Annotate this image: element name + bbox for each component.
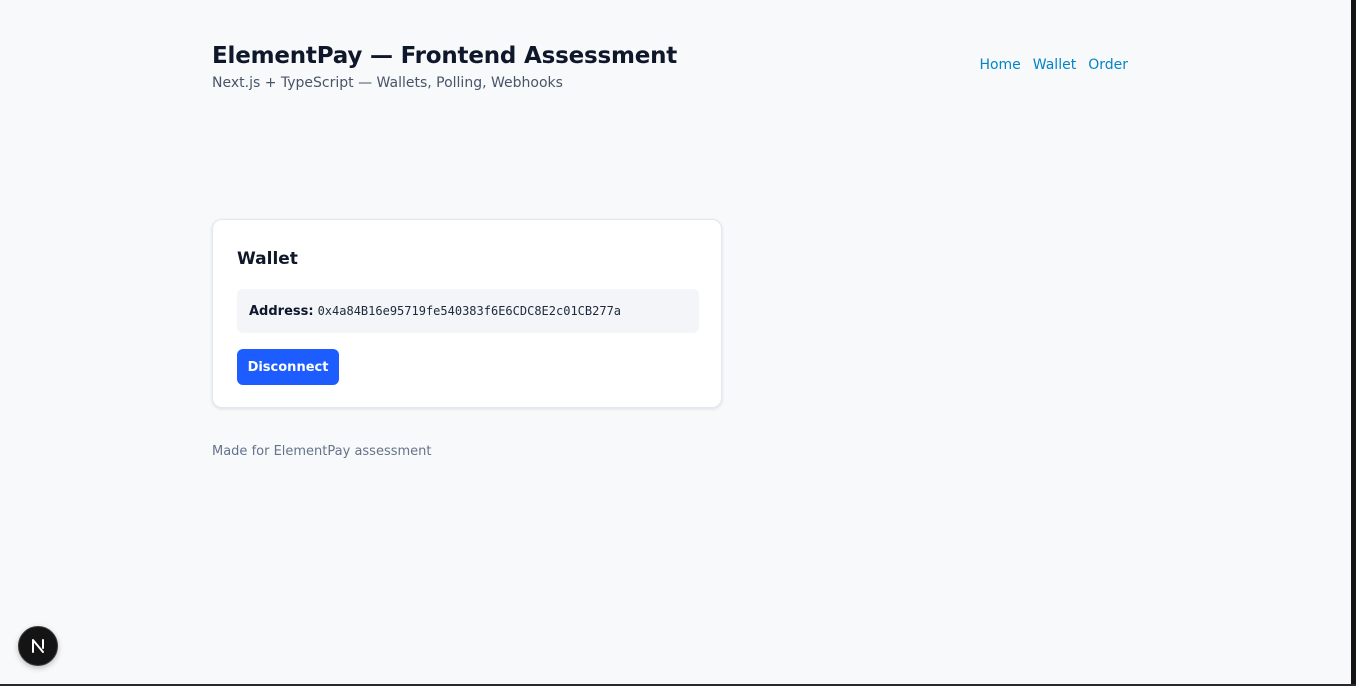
wallet-address-value: 0x4a84B16e95719fe540383f6E6CDC8E2c01CB27…	[317, 304, 622, 318]
nextjs-logo-icon	[32, 639, 44, 653]
disconnect-button[interactable]: Disconnect	[237, 349, 339, 385]
wallet-card-title: Wallet	[237, 249, 298, 269]
wallet-address-box: Address: 0x4a84B16e95719fe540383f6E6CDC8…	[237, 289, 699, 333]
nav-link-home[interactable]: Home	[979, 56, 1020, 74]
site-header: ElementPay — Frontend Assessment Next.js…	[212, 42, 1128, 102]
footer-text: Made for ElementPay assessment	[212, 444, 432, 459]
main-nav: Home Wallet Order	[979, 56, 1128, 74]
nextjs-dev-tools-button[interactable]	[18, 626, 58, 666]
nav-link-order[interactable]: Order	[1088, 56, 1128, 74]
wallet-card: Wallet Address: 0x4a84B16e95719fe540383f…	[212, 219, 722, 408]
page-subtitle: Next.js + TypeScript — Wallets, Polling,…	[212, 75, 563, 91]
wallet-address-label: Address:	[249, 303, 314, 319]
window-edge-right	[1351, 0, 1356, 686]
nav-link-wallet[interactable]: Wallet	[1033, 56, 1076, 74]
